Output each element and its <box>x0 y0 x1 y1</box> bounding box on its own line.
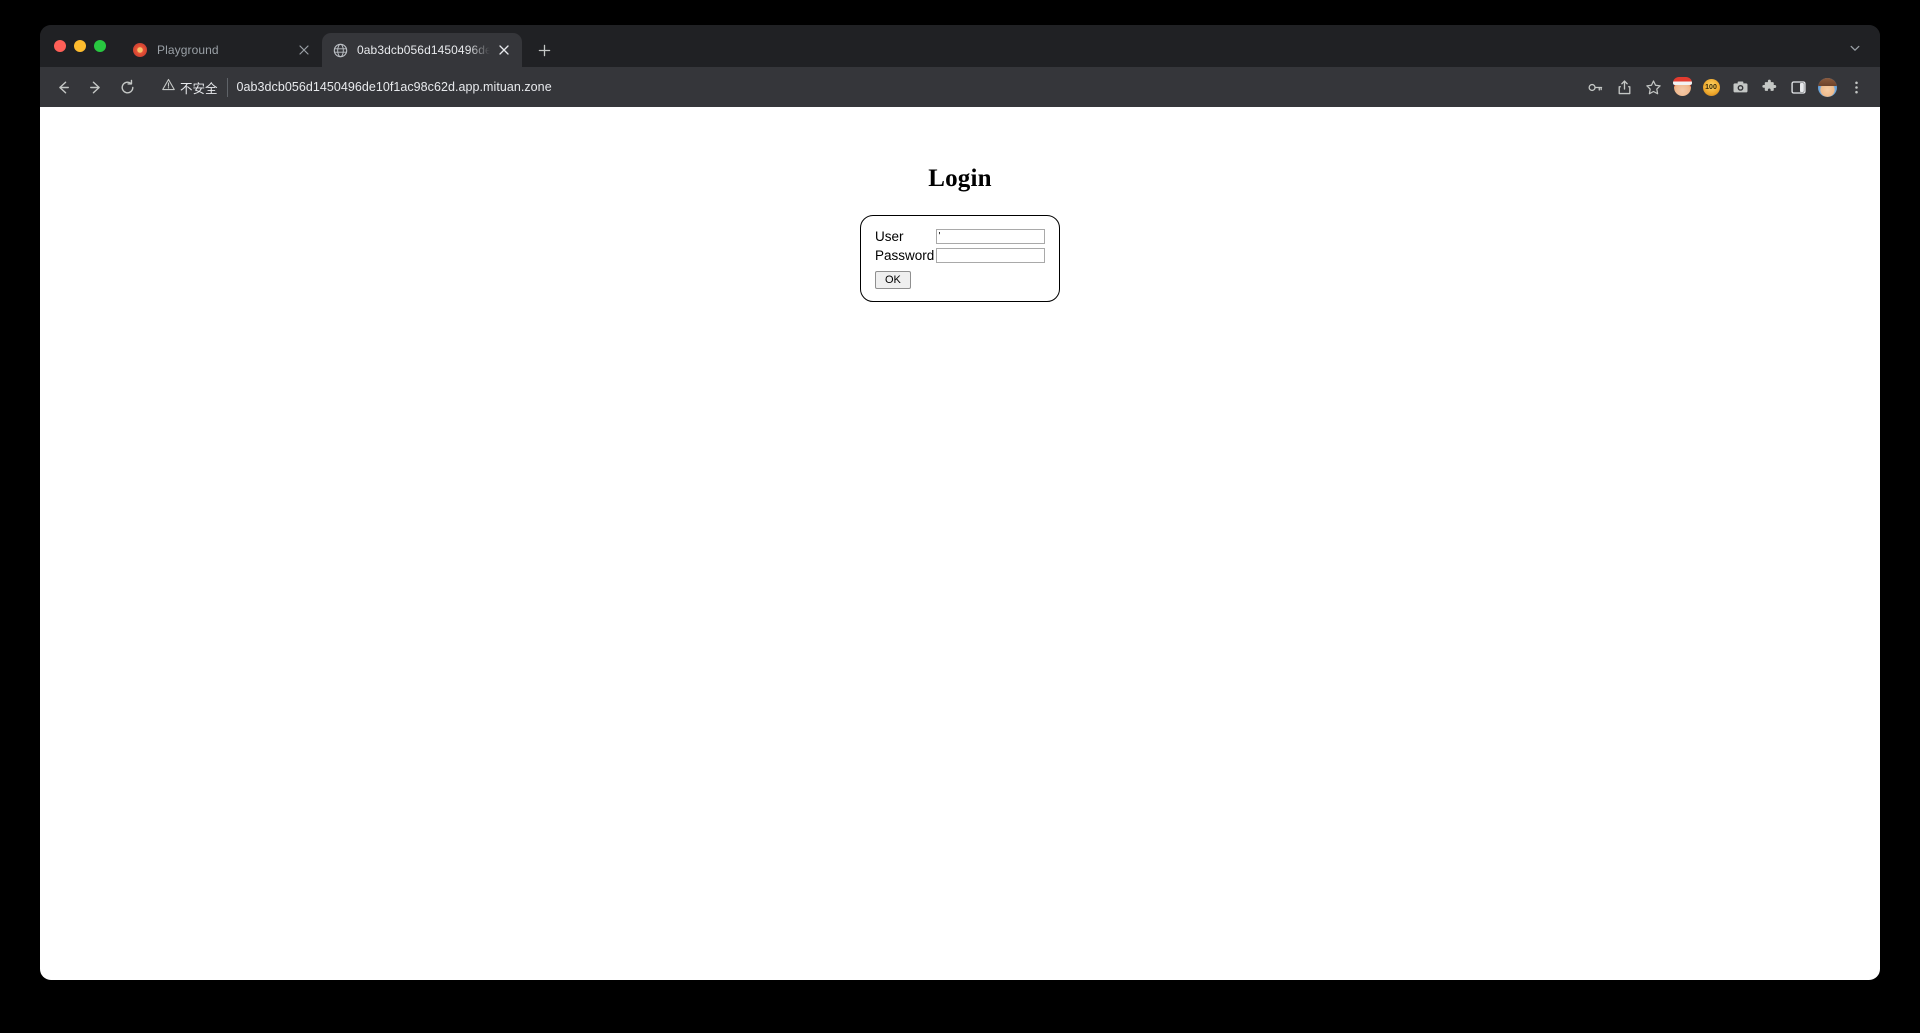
more-menu-icon[interactable] <box>1842 73 1870 101</box>
chevron-down-icon[interactable] <box>1842 35 1868 61</box>
close-icon[interactable] <box>296 42 312 58</box>
ok-button[interactable]: OK <box>875 271 911 290</box>
login-form-container: User Password OK <box>40 215 1880 303</box>
arrow-left-icon[interactable] <box>48 72 78 102</box>
tab-title: Playground <box>157 43 219 57</box>
share-icon[interactable] <box>1610 73 1638 101</box>
window-minimize-button[interactable] <box>74 40 86 52</box>
browser-window: Playground 0ab3dcb056d1450496de10f1a <box>40 25 1880 980</box>
playground-icon <box>132 42 148 58</box>
password-field-row: Password <box>875 248 1045 263</box>
tab-login-page[interactable]: 0ab3dcb056d1450496de10f1a <box>322 33 522 67</box>
warning-triangle-icon <box>162 78 175 96</box>
tab-strip: Playground 0ab3dcb056d1450496de10f1a <box>40 25 1880 67</box>
toolbar-icon-group: 100 <box>1581 73 1870 101</box>
extension-coin-icon[interactable]: 100 <box>1697 73 1725 101</box>
login-form: User Password OK <box>860 215 1060 303</box>
close-icon[interactable] <box>496 42 512 58</box>
tab-title: 0ab3dcb056d1450496de10f1a <box>357 43 490 57</box>
url-text: 0ab3dcb056d1450496de10f1ac98c62d.app.mit… <box>236 80 552 94</box>
window-maximize-button[interactable] <box>94 40 106 52</box>
reload-icon[interactable] <box>112 72 142 102</box>
browser-toolbar: 不安全 0ab3dcb056d1450496de10f1ac98c62d.app… <box>40 67 1880 107</box>
arrow-right-icon[interactable] <box>80 72 110 102</box>
bookmark-star-icon[interactable] <box>1639 73 1667 101</box>
password-key-icon[interactable] <box>1581 73 1609 101</box>
extension-camera-icon[interactable] <box>1726 73 1754 101</box>
user-label: User <box>875 229 904 244</box>
tab-list: Playground 0ab3dcb056d1450496de10f1a <box>122 25 558 67</box>
profile-avatar-icon[interactable] <box>1813 73 1841 101</box>
window-traffic-lights <box>54 25 122 67</box>
extensions-puzzle-icon[interactable] <box>1755 73 1783 101</box>
security-label: 不安全 <box>180 81 218 96</box>
side-panel-icon[interactable] <box>1784 73 1812 101</box>
password-label: Password <box>875 248 935 263</box>
page-title: Login <box>928 165 992 192</box>
globe-icon <box>332 42 348 58</box>
password-input[interactable] <box>936 248 1045 263</box>
user-input[interactable] <box>935 229 1045 244</box>
tab-playground[interactable]: Playground <box>122 33 322 67</box>
address-bar[interactable]: 不安全 0ab3dcb056d1450496de10f1ac98c62d.app… <box>152 73 1573 101</box>
window-close-button[interactable] <box>54 40 66 52</box>
page-content: Login User Password OK <box>40 107 1880 980</box>
security-status[interactable]: 不安全 <box>162 77 228 97</box>
plus-icon[interactable] <box>530 36 558 64</box>
user-field-row: User <box>875 229 1045 244</box>
extension-santa-icon[interactable] <box>1668 73 1696 101</box>
